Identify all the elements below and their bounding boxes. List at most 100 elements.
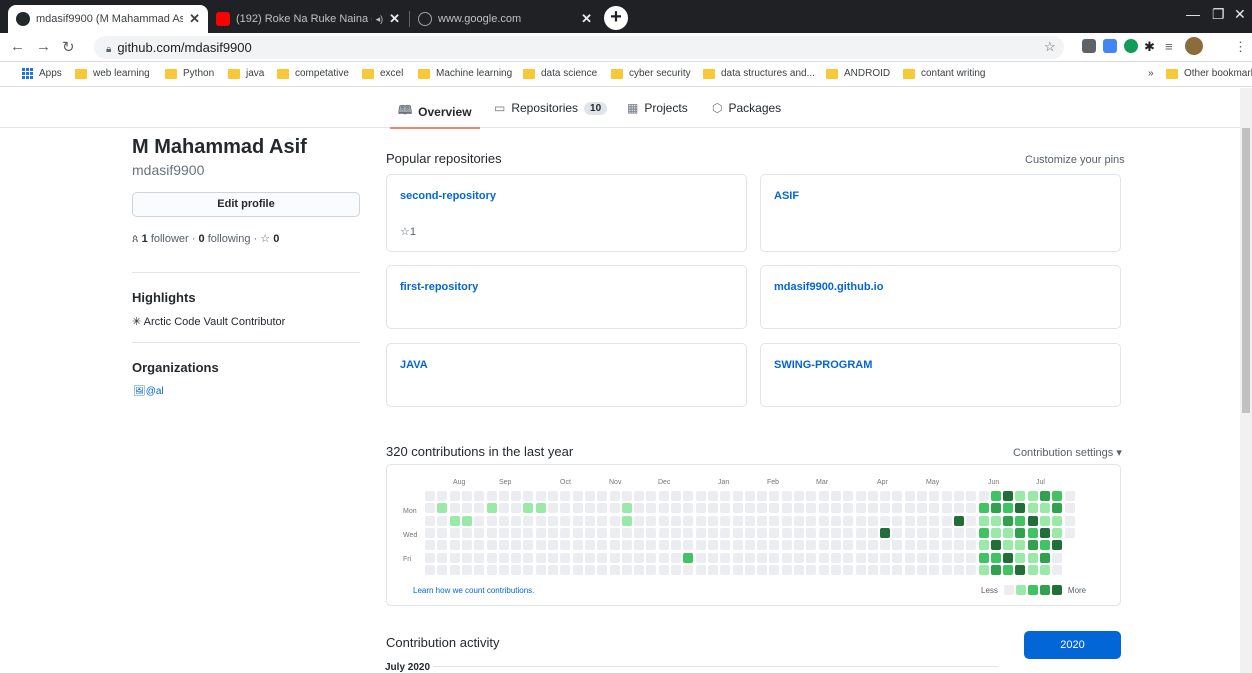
repo-link[interactable]: ASIF — [774, 190, 799, 202]
learn-contributions-link[interactable]: Learn how we count contributions. — [413, 586, 534, 595]
contribution-day[interactable] — [523, 515, 534, 526]
contribution-day[interactable] — [978, 552, 989, 563]
contribution-day[interactable] — [523, 503, 534, 514]
contribution-day[interactable] — [917, 527, 927, 538]
contribution-day[interactable] — [744, 540, 755, 551]
contribution-day[interactable] — [671, 552, 681, 563]
contribution-day[interactable] — [671, 540, 681, 551]
contribution-day[interactable] — [966, 491, 977, 501]
repo-link[interactable]: SWING-PROGRAM — [774, 359, 872, 371]
contribution-day[interactable] — [548, 540, 558, 551]
contribution-day[interactable] — [867, 503, 878, 514]
bookmark-other[interactable]: Other bookmarks — [1166, 68, 1252, 79]
contribution-day[interactable] — [511, 552, 522, 563]
contribution-day[interactable] — [572, 540, 583, 551]
contribution-day[interactable] — [867, 552, 878, 563]
contribution-day[interactable] — [449, 564, 460, 575]
contribution-day[interactable] — [769, 515, 780, 526]
followers-label[interactable]: follower — [151, 233, 189, 245]
contribution-day[interactable] — [671, 515, 681, 526]
contribution-day[interactable] — [707, 552, 718, 563]
stars-count[interactable]: 0 — [273, 233, 279, 245]
contribution-day[interactable] — [498, 564, 509, 575]
contribution-day[interactable] — [646, 552, 657, 563]
contribution-day[interactable] — [584, 540, 595, 551]
contribution-day[interactable] — [1015, 552, 1026, 563]
contribution-day[interactable] — [498, 503, 509, 514]
contribution-day[interactable] — [535, 491, 546, 501]
contribution-day[interactable] — [855, 503, 866, 514]
contribution-day[interactable] — [572, 491, 583, 501]
tab-repositories[interactable]: ▭ Repositories 10 — [494, 101, 608, 115]
contribution-day[interactable] — [867, 515, 878, 526]
contribution-day[interactable] — [609, 503, 620, 514]
contribution-day[interactable] — [609, 491, 620, 501]
contribution-day[interactable] — [695, 515, 706, 526]
contribution-day[interactable] — [990, 503, 1001, 514]
contribution-day[interactable] — [486, 564, 497, 575]
contribution-day[interactable] — [461, 540, 472, 551]
contribution-day[interactable] — [929, 564, 940, 575]
contribution-day[interactable] — [425, 552, 435, 563]
contribution-day[interactable] — [621, 515, 632, 526]
reading-list-icon[interactable]: ≡ — [1165, 39, 1173, 54]
contribution-day[interactable] — [720, 527, 731, 538]
contribution-day[interactable] — [1040, 515, 1050, 526]
contribution-day[interactable] — [695, 503, 706, 514]
contribution-day[interactable] — [584, 527, 595, 538]
contribution-day[interactable] — [597, 515, 608, 526]
contribution-day[interactable] — [658, 552, 669, 563]
contribution-day[interactable] — [1003, 540, 1014, 551]
achievement-item[interactable]: ✳ Arctic Code Vault Contributor — [132, 315, 285, 328]
contribution-day[interactable] — [818, 564, 829, 575]
contribution-day[interactable] — [511, 515, 522, 526]
contribution-day[interactable] — [941, 515, 952, 526]
puzzle-icon[interactable]: ✱ — [1144, 39, 1155, 55]
contribution-day[interactable] — [1015, 564, 1026, 575]
contribution-day[interactable] — [461, 515, 472, 526]
contribution-day[interactable] — [572, 515, 583, 526]
contribution-day[interactable] — [855, 552, 866, 563]
contribution-day[interactable] — [830, 503, 841, 514]
contribution-day[interactable] — [695, 552, 706, 563]
contribution-day[interactable] — [929, 491, 940, 501]
contribution-day[interactable] — [683, 564, 694, 575]
contribution-day[interactable] — [1064, 503, 1075, 514]
contribution-day[interactable] — [461, 564, 472, 575]
contribution-day[interactable] — [1003, 503, 1014, 514]
contribution-day[interactable] — [523, 552, 534, 563]
contribution-day[interactable] — [929, 527, 940, 538]
contribution-day[interactable] — [806, 527, 817, 538]
contribution-day[interactable] — [769, 503, 780, 514]
contribution-day[interactable] — [1052, 515, 1063, 526]
contribution-day[interactable] — [683, 527, 694, 538]
contribution-day[interactable] — [1027, 564, 1038, 575]
contribution-day[interactable] — [609, 527, 620, 538]
contribution-day[interactable] — [597, 564, 608, 575]
contribution-day[interactable] — [867, 491, 878, 501]
contribution-day[interactable] — [1027, 540, 1038, 551]
contribution-day[interactable] — [572, 564, 583, 575]
contribution-day[interactable] — [535, 503, 546, 514]
contribution-day[interactable] — [498, 527, 509, 538]
contribution-day[interactable] — [572, 527, 583, 538]
contribution-day[interactable] — [855, 515, 866, 526]
contribution-day[interactable] — [904, 515, 915, 526]
bookmarks-overflow[interactable]: » — [1148, 68, 1154, 79]
contribution-day[interactable] — [929, 503, 940, 514]
contribution-day[interactable] — [843, 491, 854, 501]
tab-github[interactable]: mdasif9900 (M Mahammad Asif) ✕ — [8, 5, 208, 33]
contribution-day[interactable] — [1052, 564, 1063, 575]
contribution-day[interactable] — [1003, 515, 1014, 526]
contribution-day[interactable] — [548, 515, 558, 526]
contribution-day[interactable] — [904, 503, 915, 514]
contribution-day[interactable] — [634, 491, 645, 501]
repo-link[interactable]: mdasif9900.github.io — [774, 281, 883, 293]
contribution-day[interactable] — [769, 552, 780, 563]
contribution-day[interactable] — [990, 552, 1001, 563]
contribution-day[interactable] — [757, 515, 768, 526]
contribution-day[interactable] — [769, 564, 780, 575]
contribution-day[interactable] — [634, 564, 645, 575]
contribution-day[interactable] — [818, 491, 829, 501]
contribution-day[interactable] — [843, 503, 854, 514]
